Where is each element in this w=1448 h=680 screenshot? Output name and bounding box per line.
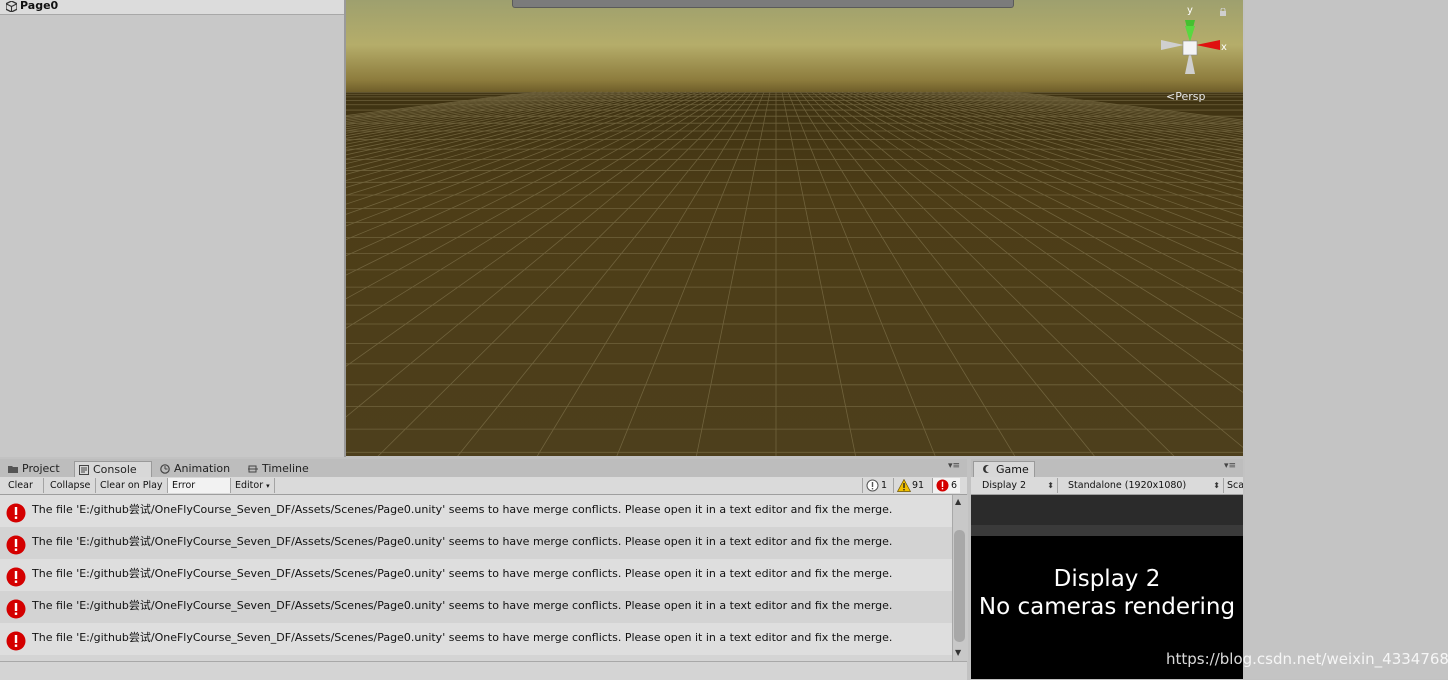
game-controller-icon bbox=[983, 465, 989, 473]
tab-timeline[interactable]: Timeline bbox=[244, 461, 330, 477]
display-select[interactable]: Display 2 ⬍ bbox=[976, 478, 1058, 493]
scroll-up-icon[interactable]: ▲ bbox=[955, 497, 961, 506]
error-pause-button[interactable]: Error Pause bbox=[168, 478, 231, 506]
tab-label: Animation bbox=[174, 462, 231, 475]
error-icon bbox=[6, 631, 26, 651]
info-count: 1 bbox=[881, 480, 888, 491]
timeline-icon bbox=[248, 465, 258, 473]
projection-toggle[interactable]: <Persp bbox=[1166, 90, 1205, 103]
error-icon bbox=[6, 567, 26, 587]
updown-arrow-icon: ⬍ bbox=[1213, 481, 1220, 490]
inspector-area bbox=[1245, 0, 1448, 679]
error-count-toggle[interactable]: 6 bbox=[932, 478, 960, 493]
warning-icon bbox=[897, 479, 911, 492]
panel-menu-icon[interactable]: ▾≡ bbox=[1224, 461, 1236, 471]
orientation-gizmo[interactable]: y x bbox=[1158, 4, 1230, 76]
unity-scene-icon bbox=[6, 1, 17, 12]
error-icon bbox=[6, 503, 26, 523]
info-count-toggle[interactable]: 1 bbox=[862, 478, 892, 493]
scale-label: Sca bbox=[1227, 480, 1243, 491]
log-entry[interactable]: The file 'E:/github尝试/OneFlyCourse_Seven… bbox=[0, 495, 952, 527]
tab-console[interactable]: Console bbox=[74, 461, 152, 478]
log-entry[interactable]: The file 'E:/github尝试/OneFlyCourse_Seven… bbox=[0, 527, 952, 559]
game-view-bar bbox=[971, 495, 1243, 525]
editor-dropdown-label: Editor bbox=[235, 480, 264, 491]
tab-label: Timeline bbox=[262, 462, 309, 475]
log-entry[interactable]: The file 'E:/github尝试/OneFlyCourse_Seven… bbox=[0, 559, 952, 591]
scene-name[interactable]: Page0 bbox=[20, 0, 58, 12]
folder-icon bbox=[8, 466, 18, 473]
hierarchy-panel bbox=[0, 0, 346, 457]
log-message: The file 'E:/github尝试/OneFlyCourse_Seven… bbox=[32, 631, 893, 644]
panel-menu-icon[interactable]: ▾≡ bbox=[948, 461, 960, 471]
scroll-down-icon[interactable]: ▼ bbox=[955, 648, 961, 657]
collapse-button[interactable]: Collapse bbox=[46, 478, 96, 493]
clear-button[interactable]: Clear bbox=[4, 478, 44, 493]
animation-icon bbox=[160, 464, 170, 474]
projection-label: Persp bbox=[1175, 90, 1206, 103]
error-icon bbox=[936, 479, 949, 492]
warning-count-toggle[interactable]: 91 bbox=[893, 478, 931, 493]
error-icon bbox=[6, 599, 26, 619]
chevron-left-icon: < bbox=[1166, 90, 1176, 103]
tab-label: Game bbox=[996, 463, 1029, 476]
watermark-url: https://blog.csdn.net/weixin_43347688 bbox=[1166, 650, 1448, 668]
chevron-down-icon: ▾ bbox=[266, 482, 270, 490]
resolution-select-value: Standalone (1920x1080) bbox=[1068, 480, 1187, 491]
gizmo-x-label: x bbox=[1221, 42, 1227, 53]
scale-slider[interactable]: Sca bbox=[1224, 478, 1243, 493]
tab-animation[interactable]: Animation bbox=[156, 461, 250, 477]
info-icon bbox=[866, 479, 879, 492]
gizmo-y-label: y bbox=[1187, 5, 1193, 16]
console-icon bbox=[79, 465, 89, 475]
log-entry[interactable]: The file 'E:/github尝试/OneFlyCourse_Seven… bbox=[0, 623, 952, 655]
tab-label: Project bbox=[22, 462, 60, 475]
updown-arrow-icon: ⬍ bbox=[1047, 481, 1054, 490]
log-message: The file 'E:/github尝试/OneFlyCourse_Seven… bbox=[32, 503, 893, 516]
editor-dropdown[interactable]: Editor ▾ bbox=[231, 478, 275, 493]
scene-view[interactable] bbox=[346, 0, 1243, 456]
clear-on-play-button[interactable]: Clear on Play bbox=[96, 478, 168, 493]
game-view-bar bbox=[971, 525, 1243, 536]
console-log-list[interactable]: The file 'E:/github尝试/OneFlyCourse_Seven… bbox=[0, 495, 952, 661]
tab-label: Console bbox=[93, 463, 137, 476]
log-message: The file 'E:/github尝试/OneFlyCourse_Seven… bbox=[32, 535, 893, 548]
resolution-select[interactable]: Standalone (1920x1080) ⬍ bbox=[1062, 478, 1224, 493]
game-message-no-camera: No cameras rendering bbox=[978, 594, 1236, 620]
scrollbar-thumb[interactable] bbox=[954, 530, 965, 642]
log-message: The file 'E:/github尝试/OneFlyCourse_Seven… bbox=[32, 567, 893, 580]
log-message: The file 'E:/github尝试/OneFlyCourse_Seven… bbox=[32, 599, 893, 612]
error-count: 6 bbox=[951, 480, 958, 491]
error-icon bbox=[6, 535, 26, 555]
scene-overlay-toolbar[interactable] bbox=[512, 0, 1014, 8]
game-message-display: Display 2 bbox=[1053, 566, 1161, 592]
console-detail-area bbox=[0, 661, 967, 680]
display-select-value: Display 2 bbox=[982, 480, 1027, 491]
scene-grid-render bbox=[346, 0, 1243, 456]
warning-count: 91 bbox=[912, 480, 925, 491]
log-entry[interactable]: The file 'E:/github尝试/OneFlyCourse_Seven… bbox=[0, 591, 952, 623]
